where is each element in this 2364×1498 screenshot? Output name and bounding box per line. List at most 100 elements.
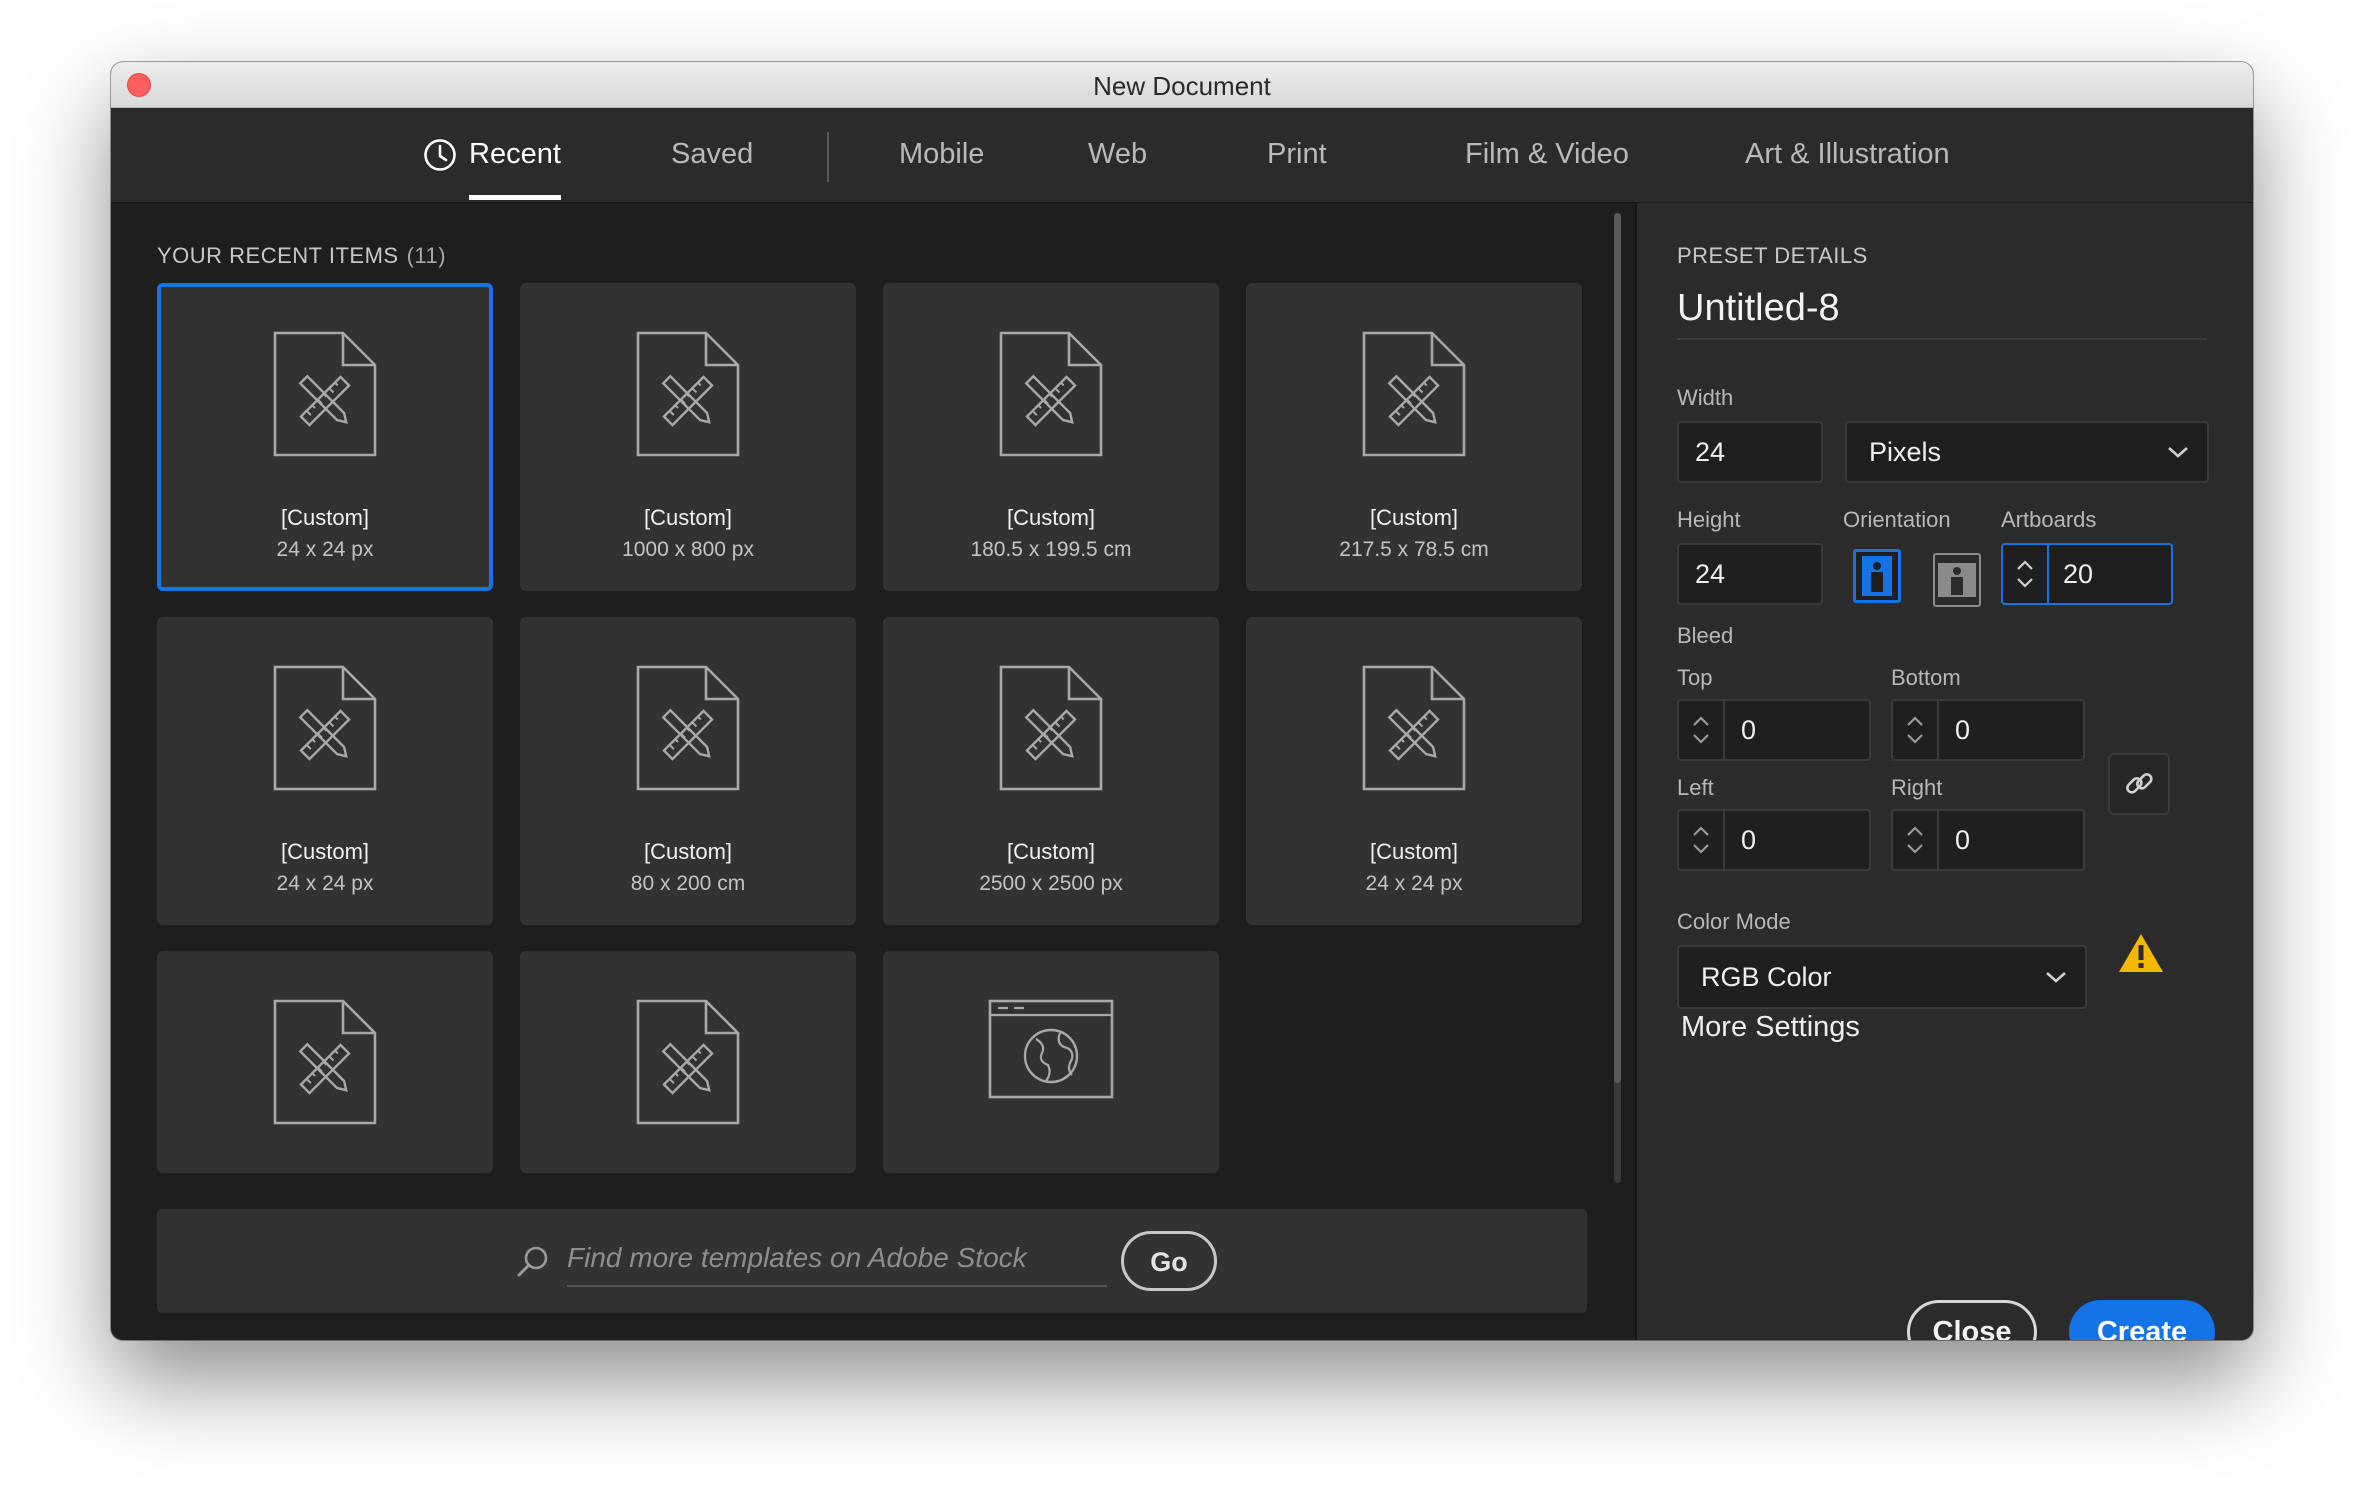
recent-item-size: 24 x 24 px — [276, 872, 374, 895]
tab-web[interactable]: Web — [1088, 108, 1147, 202]
document-ruler-pencil-icon — [999, 665, 1103, 791]
new-document-dialog: New Document Recent Saved Mobile Web Pri… — [111, 62, 2253, 1340]
chevron-down-icon[interactable] — [1692, 843, 1710, 855]
bleed-top-input[interactable]: 0 — [1741, 701, 1756, 759]
bleed-top-field: 0 — [1677, 699, 1871, 761]
warning-icon[interactable] — [2117, 931, 2165, 975]
recent-item-card[interactable] — [520, 951, 856, 1173]
recent-items-heading-text: YOUR RECENT ITEMS — [157, 243, 399, 268]
chevron-down-icon — [2046, 972, 2066, 983]
units-dropdown[interactable]: Pixels — [1845, 421, 2209, 483]
color-mode-value: RGB Color — [1701, 962, 1832, 992]
bleed-top-stepper[interactable] — [1679, 701, 1725, 759]
chevron-up-icon[interactable] — [1692, 715, 1710, 727]
tab-recent[interactable]: Recent — [469, 108, 561, 202]
chevron-up-icon[interactable] — [1692, 825, 1710, 837]
bleed-right-stepper[interactable] — [1893, 811, 1939, 869]
create-button[interactable]: Create — [2069, 1300, 2215, 1340]
recent-item-size: 217.5 x 78.5 cm — [1339, 538, 1489, 561]
recent-item-size: 24 x 24 px — [1365, 872, 1463, 895]
clock-icon — [424, 139, 456, 171]
document-name-field[interactable]: Untitled-8 — [1677, 287, 2207, 340]
recent-item-card[interactable]: [Custom] 24 x 24 px — [1246, 617, 1582, 925]
link-bleed-button[interactable] — [2108, 753, 2170, 815]
recent-items-pane: YOUR RECENT ITEMS (11) [Custom] 24 x 24 p… — [111, 203, 1635, 1340]
go-button[interactable]: Go — [1121, 1231, 1217, 1291]
height-label: Height — [1677, 507, 1741, 532]
document-ruler-pencil-icon — [273, 999, 377, 1125]
tab-mobile[interactable]: Mobile — [899, 108, 984, 202]
scrollbar[interactable] — [1614, 213, 1621, 1183]
category-tabs: Recent Saved Mobile Web Print Film & Vid… — [111, 108, 2253, 203]
recent-item-card[interactable]: [Custom] 1000 x 800 px — [520, 283, 856, 591]
recent-item-card[interactable]: [Custom] 180.5 x 199.5 cm — [883, 283, 1219, 591]
recent-item-size: 2500 x 2500 px — [979, 872, 1123, 895]
portrait-person-icon — [1862, 556, 1892, 596]
stock-search-input[interactable] — [567, 1231, 1107, 1287]
window-title: New Document — [1093, 71, 1271, 101]
tab-divider — [827, 132, 829, 182]
chevron-down-icon[interactable] — [1692, 733, 1710, 745]
units-value: Pixels — [1869, 437, 1942, 467]
tab-film-video[interactable]: Film & Video — [1465, 108, 1629, 202]
chevron-down-icon[interactable] — [2016, 577, 2034, 589]
recent-item-card[interactable]: [Custom] 80 x 200 cm — [520, 617, 856, 925]
document-ruler-pencil-icon — [636, 331, 740, 457]
color-mode-dropdown[interactable]: RGB Color — [1677, 945, 2087, 1009]
bleed-bottom-stepper[interactable] — [1893, 701, 1939, 759]
document-ruler-pencil-icon — [273, 331, 377, 457]
chevron-up-icon[interactable] — [1906, 715, 1924, 727]
chevron-down-icon[interactable] — [1906, 733, 1924, 745]
document-ruler-pencil-icon — [636, 665, 740, 791]
recent-items-heading: YOUR RECENT ITEMS (11) — [157, 243, 446, 269]
recent-items-count: (11) — [406, 243, 447, 268]
color-mode-label: Color Mode — [1677, 909, 1791, 934]
document-ruler-pencil-icon — [273, 665, 377, 791]
tab-saved[interactable]: Saved — [671, 108, 753, 202]
scroll-thumb[interactable] — [1614, 213, 1621, 1083]
recent-item-card[interactable]: [Custom] 24 x 24 px — [157, 617, 493, 925]
document-ruler-pencil-icon — [1362, 331, 1466, 457]
tab-art-illustration[interactable]: Art & Illustration — [1745, 108, 1950, 202]
artboards-stepper[interactable] — [2003, 545, 2049, 603]
width-input[interactable]: 24 — [1677, 421, 1823, 483]
orientation-label: Orientation — [1843, 507, 1951, 532]
recent-item-size: 24 x 24 px — [276, 538, 374, 561]
bleed-left-input[interactable]: 0 — [1741, 811, 1756, 869]
recent-item-card[interactable]: [Custom] 24 x 24 px — [157, 283, 493, 591]
orientation-landscape-button[interactable] — [1933, 553, 1981, 607]
stock-search-bar: Go — [157, 1209, 1587, 1313]
more-settings-button[interactable]: More Settings — [1681, 1011, 1860, 1044]
bleed-label: Bleed — [1677, 623, 1734, 648]
recent-item-name: [Custom] — [1369, 839, 1459, 864]
tab-print[interactable]: Print — [1267, 108, 1327, 202]
bleed-bottom-field: 0 — [1891, 699, 2085, 761]
bleed-right-input[interactable]: 0 — [1955, 811, 1970, 869]
title-bar: New Document — [111, 62, 2253, 108]
bleed-bottom-input[interactable]: 0 — [1955, 701, 1970, 759]
chevron-down-icon[interactable] — [1906, 843, 1924, 855]
bleed-left-field: 0 — [1677, 809, 1871, 871]
chevron-up-icon[interactable] — [2016, 559, 2034, 571]
artboards-field: 20 — [2001, 543, 2173, 605]
orientation-portrait-button[interactable] — [1853, 549, 1901, 603]
recent-item-name: [Custom] — [1006, 505, 1096, 530]
close-button[interactable]: Close — [1907, 1300, 2037, 1340]
recent-item-card[interactable] — [157, 951, 493, 1173]
active-tab-indicator — [469, 195, 561, 200]
bleed-right-label: Right — [1891, 775, 1943, 800]
recent-item-card[interactable] — [883, 951, 1219, 1173]
bleed-left-stepper[interactable] — [1679, 811, 1725, 869]
document-ruler-pencil-icon — [1362, 665, 1466, 791]
link-icon — [2126, 773, 2153, 794]
recent-item-card[interactable]: [Custom] 2500 x 2500 px — [883, 617, 1219, 925]
chevron-up-icon[interactable] — [1906, 825, 1924, 837]
recent-item-size: 80 x 200 cm — [630, 872, 746, 895]
height-input[interactable]: 24 — [1677, 543, 1823, 605]
artboards-input[interactable]: 20 — [2063, 545, 2093, 603]
artboards-label: Artboards — [2001, 507, 2097, 532]
recent-item-name: [Custom] — [280, 839, 370, 864]
recent-item-name: [Custom] — [280, 505, 370, 530]
recent-item-card[interactable]: [Custom] 217.5 x 78.5 cm — [1246, 283, 1582, 591]
bleed-bottom-label: Bottom — [1891, 665, 1961, 690]
